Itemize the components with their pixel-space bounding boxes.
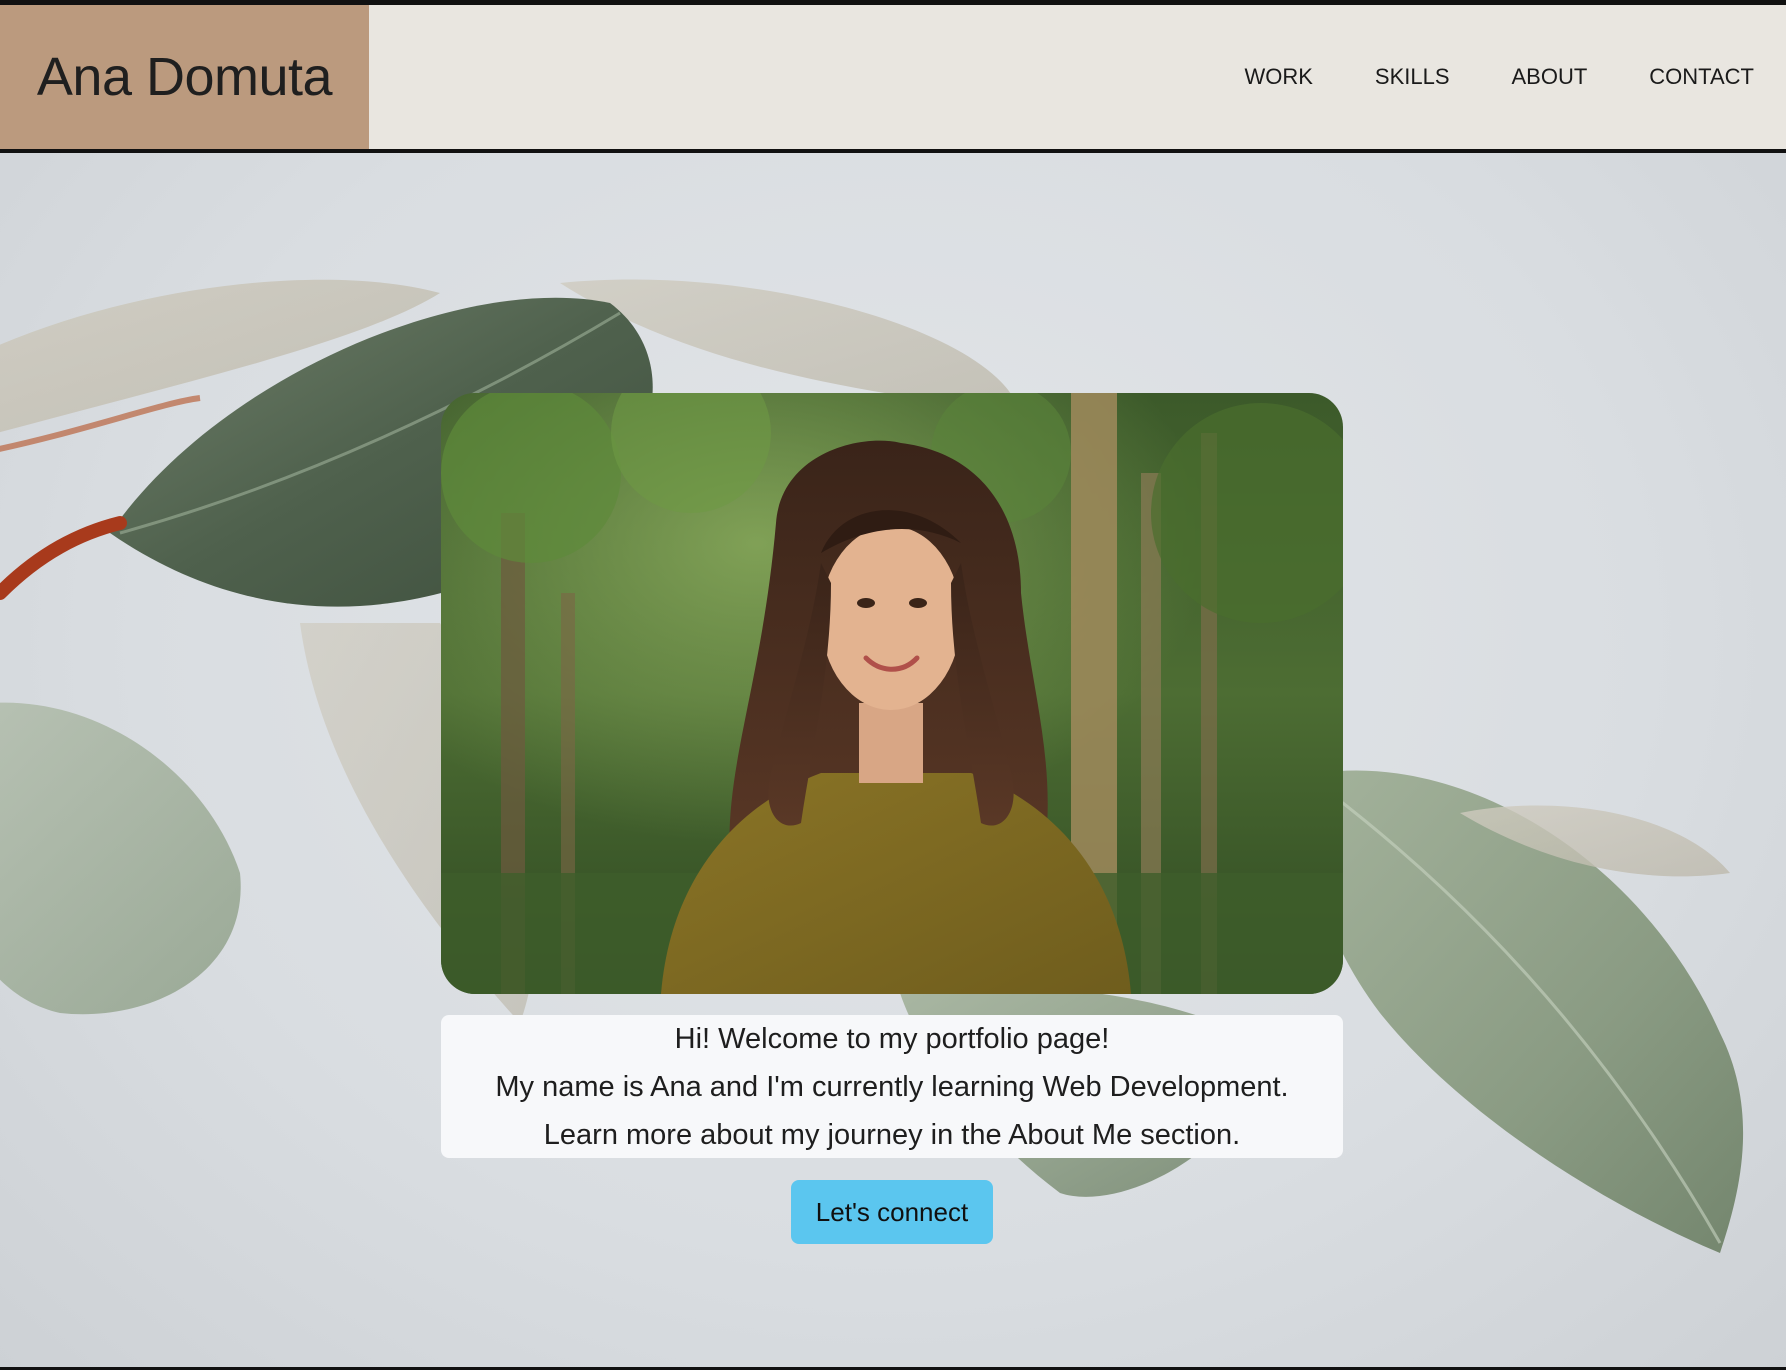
nav-work[interactable]: WORK	[1244, 64, 1312, 90]
nav-about[interactable]: ABOUT	[1512, 64, 1588, 90]
intro-box: Hi! Welcome to my portfolio page! My nam…	[441, 1015, 1343, 1158]
nav-contact[interactable]: CONTACT	[1649, 64, 1754, 90]
intro-greeting: Hi! Welcome to my portfolio page!	[674, 1022, 1110, 1055]
intro-about-pointer: Learn more about my journey in the About…	[543, 1118, 1241, 1151]
main-nav: WORK SKILLS ABOUT CONTACT	[1182, 5, 1754, 149]
portfolio-page: Ana Domuta WORK SKILLS ABOUT CONTACT Hi!…	[0, 0, 1786, 1370]
brand-name[interactable]: Ana Domuta	[37, 46, 333, 108]
profile-photo	[441, 393, 1343, 994]
lets-connect-button[interactable]: Let's connect	[791, 1180, 993, 1244]
brand-block[interactable]: Ana Domuta	[0, 5, 369, 149]
intro-description: My name is Ana and I'm currently learnin…	[495, 1070, 1289, 1103]
nav-skills[interactable]: SKILLS	[1375, 64, 1450, 90]
site-header: Ana Domuta WORK SKILLS ABOUT CONTACT	[0, 0, 1786, 153]
